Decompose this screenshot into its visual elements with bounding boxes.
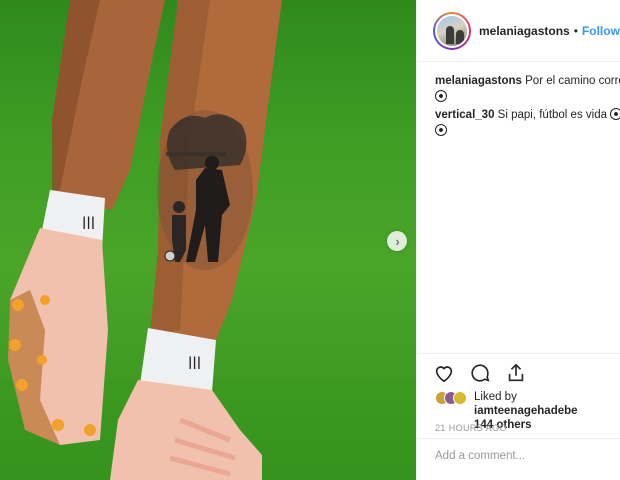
svg-text:|||: ||| [188,355,201,369]
liker-username[interactable]: iamteenagehadebe [474,405,578,417]
next-photo-button[interactable]: › [387,231,407,251]
post-sidebar: melaniagastons • Follow melaniagastons P… [416,0,620,480]
soccer-ball-icon [435,124,447,136]
soccer-ball-icon [610,108,620,120]
post-photo[interactable]: ||| ||| › [0,0,416,480]
comment-input[interactable] [435,449,605,462]
comment-username[interactable]: melaniagastons [435,75,522,87]
add-comment-bar [417,438,620,472]
post-username[interactable]: melaniagastons [479,24,570,38]
comment-item: vertical_30 Si papi, fútbol es vida [435,107,620,139]
comment-icon[interactable] [469,362,491,384]
next-arrow-icon: › [395,233,400,249]
comment-text: Por el camino correc [525,75,620,87]
share-icon[interactable] [505,362,527,384]
photo-illustration: ||| ||| [0,0,416,480]
action-icons [433,362,527,384]
post-actions: Liked by iamteenagehadebe and 144 others… [417,353,620,471]
follow-button[interactable]: Follow [582,24,620,38]
likes-prefix: Liked by [474,391,517,403]
avatar[interactable] [433,11,471,50]
avatar-image [435,13,469,48]
heart-icon[interactable] [433,362,455,384]
post-timestamp[interactable]: 21 HOURS AGO [435,423,507,433]
comment-item: melaniagastons Por el camino correc [435,73,620,105]
post-header: melaniagastons • Follow [417,0,620,62]
tattoo-illustration [157,110,253,270]
svg-text:|||: ||| [82,215,95,229]
comment-text: Si papi, fútbol es vida [497,109,607,121]
separator-dot: • [573,23,578,38]
comment-username[interactable]: vertical_30 [435,109,494,121]
soccer-ball-icon [435,90,447,102]
comments-list: melaniagastons Por el camino correc vert… [435,73,620,141]
